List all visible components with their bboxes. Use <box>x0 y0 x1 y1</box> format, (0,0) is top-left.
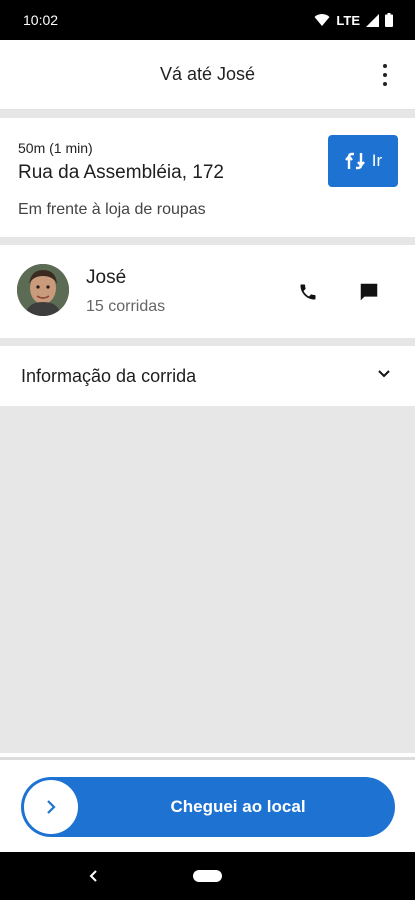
more-vert-icon-dot <box>383 73 387 77</box>
phone-icon <box>300 284 316 300</box>
destination-address: Rua da Assembléia, 172 <box>18 162 224 183</box>
app-bar: Vá até José <box>0 40 415 110</box>
home-button[interactable] <box>193 870 222 882</box>
avatar-image <box>17 264 69 316</box>
wifi-icon <box>314 14 330 26</box>
more-vert-icon-dot <box>383 82 387 86</box>
page-title: Vá até José <box>159 64 256 84</box>
signal-icon <box>366 13 379 27</box>
passenger-card: José 15 corridas <box>0 245 415 338</box>
back-icon[interactable] <box>86 868 100 884</box>
message-button[interactable] <box>354 277 384 307</box>
arrived-label: Cheguei ao local <box>170 797 306 816</box>
system-nav-bar <box>0 852 415 900</box>
divider <box>0 237 415 245</box>
bottom-action-bar: Cheguei ao local <box>0 757 415 852</box>
ride-info-content-area <box>0 406 415 753</box>
status-time: 10:02 <box>23 12 59 28</box>
ride-info-toggle[interactable]: Informação da corrida <box>0 346 415 406</box>
divider <box>0 338 415 346</box>
slide-knob[interactable] <box>24 780 78 834</box>
call-button[interactable] <box>293 277 323 307</box>
passenger-ride-count: 15 corridas <box>86 298 166 315</box>
more-vert-icon <box>383 64 387 68</box>
navigate-label: Ir <box>371 151 383 170</box>
chat-icon <box>360 283 378 301</box>
destination-eta: 50m (1 min) <box>18 140 93 156</box>
destination-card: 50m (1 min) Rua da Assembléia, 172 Em fr… <box>0 118 415 237</box>
more-options-button[interactable] <box>379 64 391 86</box>
passenger-name: José <box>86 267 127 288</box>
destination-note: Em frente à loja de roupas <box>18 201 206 218</box>
chevron-right-icon <box>47 800 56 814</box>
status-icons: LTE <box>314 13 393 28</box>
navigate-button[interactable]: Ir <box>328 135 398 187</box>
battery-icon <box>385 13 393 27</box>
arrived-button[interactable]: Cheguei ao local <box>21 777 395 837</box>
chevron-down-icon <box>378 370 390 378</box>
ride-info-label: Informação da corrida <box>21 365 197 386</box>
network-type: LTE <box>336 12 360 28</box>
status-bar: 10:02 LTE <box>0 0 415 40</box>
directions-icon <box>344 152 365 170</box>
avatar <box>17 264 69 316</box>
divider <box>0 110 415 118</box>
